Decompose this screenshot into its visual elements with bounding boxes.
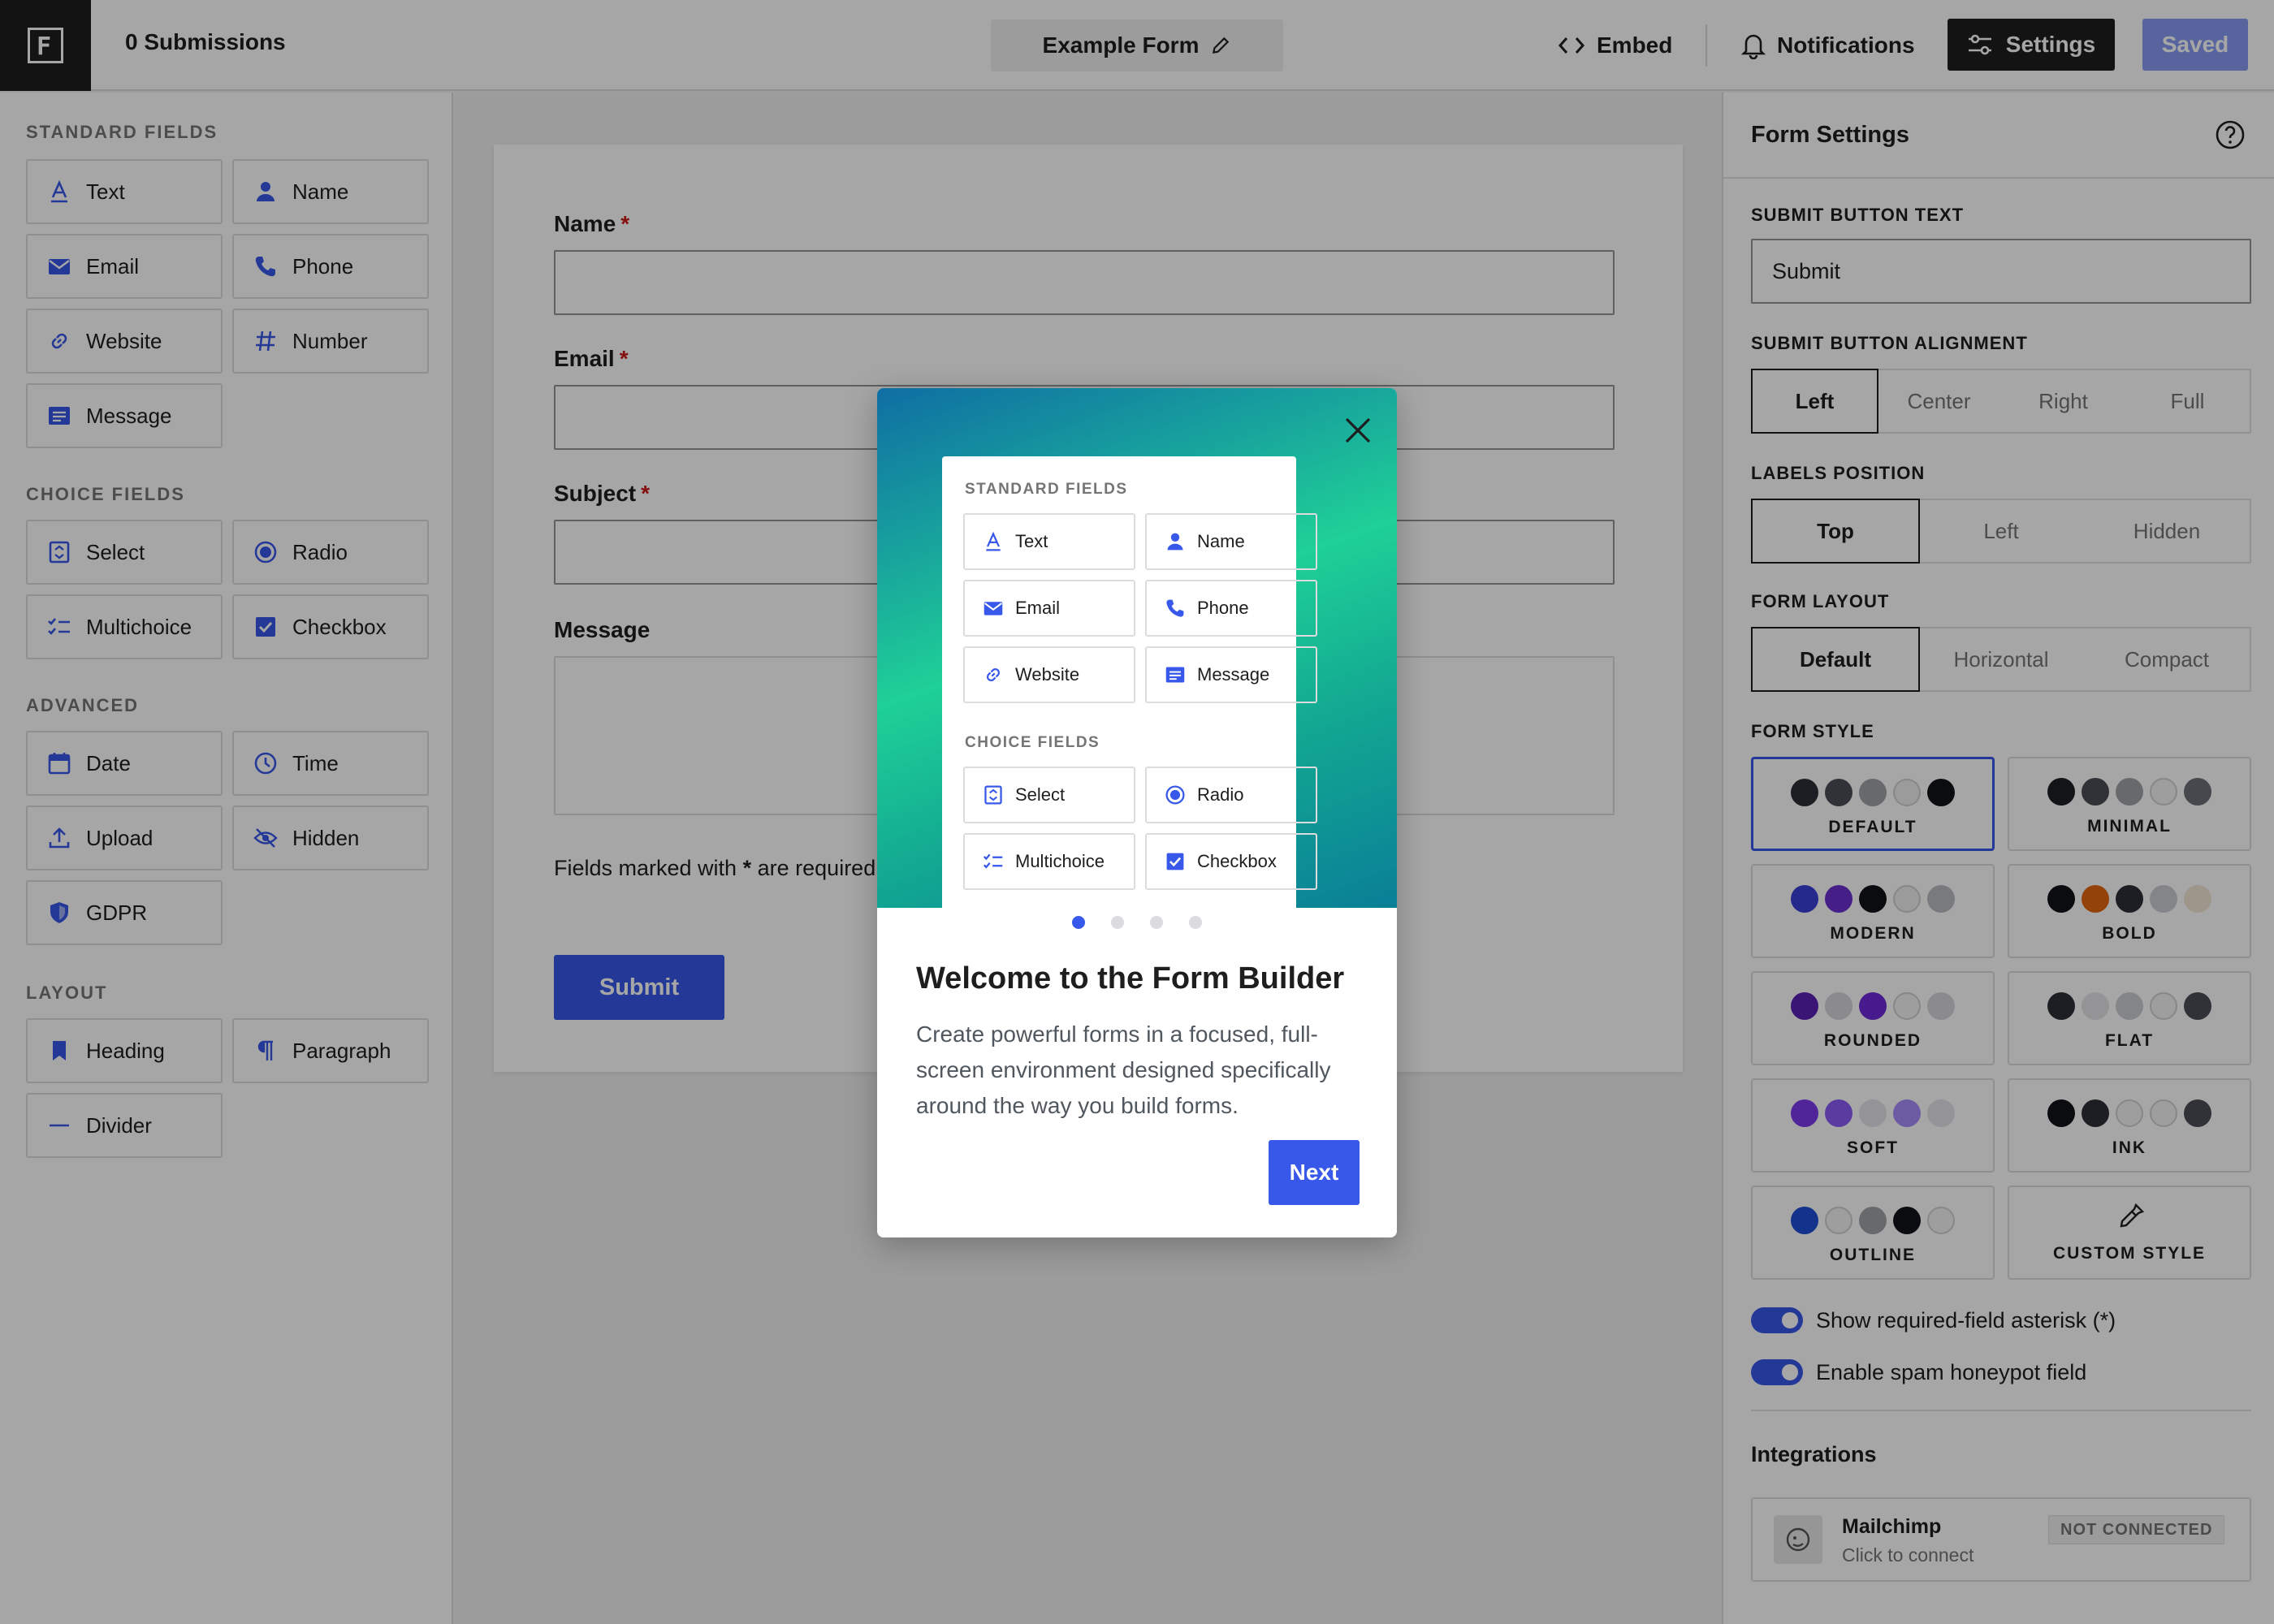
- mock-title-choice: CHOICE FIELDS: [965, 734, 1100, 751]
- envelope-icon: [983, 598, 1004, 619]
- mock-field-label: Radio: [1197, 784, 1244, 805]
- mock-field-email: Email: [963, 580, 1135, 637]
- phone-icon: [1165, 598, 1186, 619]
- mock-field-checkbox: Checkbox: [1145, 833, 1317, 890]
- close-icon[interactable]: [1340, 412, 1376, 448]
- welcome-modal: STANDARD FIELDS Text Name Email Phone We…: [877, 388, 1397, 1237]
- message-icon: [1165, 664, 1186, 685]
- pagination-dot[interactable]: [1189, 916, 1202, 929]
- radio-icon: [1165, 784, 1186, 806]
- mock-field-label: Phone: [1197, 598, 1249, 618]
- modal-hero-image: STANDARD FIELDS Text Name Email Phone We…: [877, 388, 1397, 908]
- person-icon: [1165, 531, 1186, 552]
- mock-field-label: Multichoice: [1015, 851, 1105, 871]
- link-icon: [983, 664, 1004, 685]
- mock-field-select: Select: [963, 767, 1135, 823]
- mock-field-multichoice: Multichoice: [963, 833, 1135, 890]
- mock-field-label: Checkbox: [1197, 851, 1277, 871]
- mock-field-label: Email: [1015, 598, 1061, 618]
- pagination-dot[interactable]: [1072, 916, 1085, 929]
- mock-field-website: Website: [963, 646, 1135, 703]
- modal-body-text: Create powerful forms in a focused, full…: [916, 1021, 1331, 1118]
- pagination-dot[interactable]: [1150, 916, 1163, 929]
- mock-field-text: Text: [963, 513, 1135, 570]
- mock-title-standard: STANDARD FIELDS: [965, 481, 1128, 498]
- mock-field-label: Website: [1015, 664, 1080, 685]
- mock-field-name: Name: [1145, 513, 1317, 570]
- checkbox-icon: [1165, 851, 1186, 872]
- checklist-icon: [983, 851, 1004, 872]
- modal-pagination: [877, 916, 1397, 929]
- mock-field-message: Message: [1145, 646, 1317, 703]
- mock-field-label: Message: [1197, 664, 1270, 685]
- field-palette-preview: STANDARD FIELDS Text Name Email Phone We…: [942, 456, 1317, 908]
- mock-field-label: Text: [1015, 531, 1048, 551]
- pagination-dot[interactable]: [1111, 916, 1124, 929]
- mock-field-radio: Radio: [1145, 767, 1317, 823]
- mock-field-label: Select: [1015, 784, 1066, 805]
- mock-field-phone: Phone: [1145, 580, 1317, 637]
- text-icon: [983, 531, 1004, 552]
- next-button[interactable]: Next: [1269, 1140, 1360, 1205]
- select-icon: [983, 784, 1004, 806]
- modal-heading: Welcome to the Form Builder: [916, 961, 1345, 996]
- mock-field-label: Name: [1197, 531, 1245, 551]
